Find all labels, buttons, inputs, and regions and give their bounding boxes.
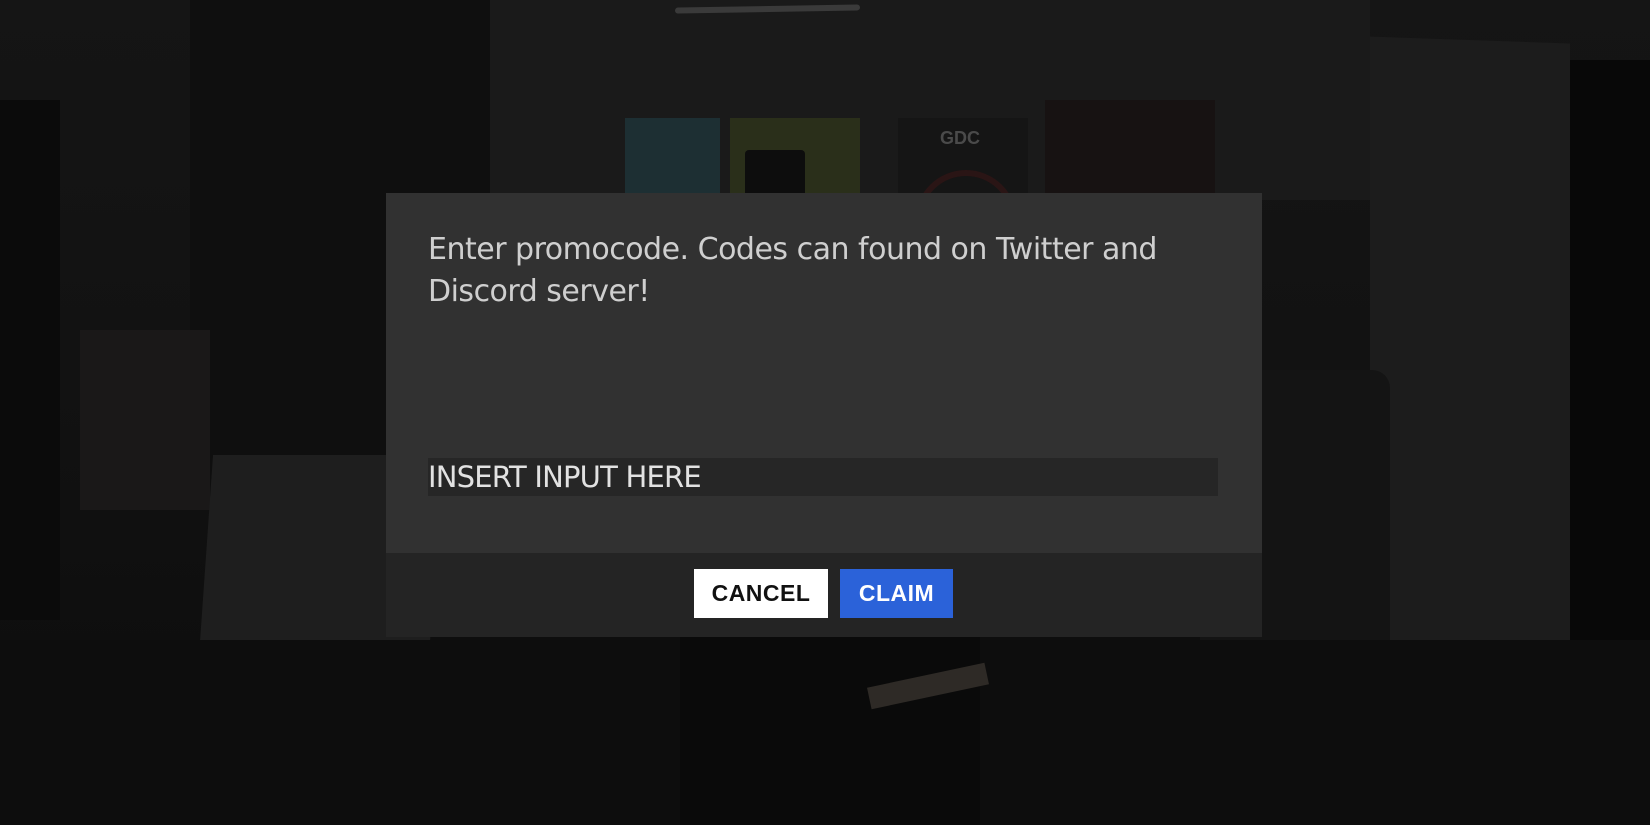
promocode-dialog: Enter promocode. Codes can found on Twit… <box>386 193 1262 637</box>
poster-label: GDC <box>940 128 980 148</box>
claim-button[interactable]: CLAIM <box>840 569 953 618</box>
dark-wall-left <box>0 100 60 620</box>
poster <box>1045 100 1215 200</box>
dialog-footer: CANCEL CLAIM <box>386 553 1262 637</box>
poster <box>625 118 720 198</box>
wall-panel-right <box>1370 36 1570 684</box>
dialog-message: Enter promocode. Codes can found on Twit… <box>428 232 1157 309</box>
cancel-button[interactable]: CANCEL <box>694 569 828 618</box>
poster-detail <box>745 150 805 198</box>
promocode-input[interactable] <box>428 458 1218 496</box>
shelf <box>80 330 210 510</box>
